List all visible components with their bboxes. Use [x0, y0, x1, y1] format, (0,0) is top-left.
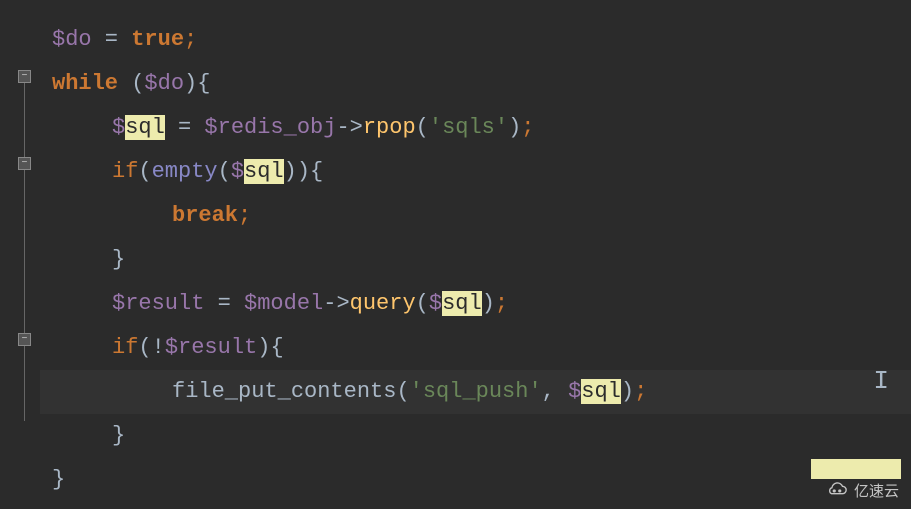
fold-toggle[interactable]: −	[18, 70, 31, 83]
search-highlight: sql	[244, 159, 284, 184]
keyword: while	[52, 71, 118, 96]
code-editor[interactable]: − − − $do = true; while ($do){ $sql = $r…	[0, 0, 911, 509]
code-line[interactable]: while ($do){	[40, 62, 911, 106]
search-highlight: sql	[442, 291, 482, 316]
fold-gutter: − − −	[0, 0, 40, 509]
code-line[interactable]: }	[40, 414, 911, 458]
variable: $result	[112, 291, 204, 316]
code-line[interactable]: }	[40, 458, 911, 502]
watermark-text: 亿速云	[854, 480, 899, 501]
method: rpop	[363, 115, 416, 140]
code-line[interactable]: $do = true;	[40, 18, 911, 62]
code-line[interactable]: $sql = $redis_obj->rpop('sqls');	[40, 106, 911, 150]
string: 'sqls'	[429, 115, 508, 140]
watermark: 亿速云	[826, 479, 899, 501]
highlight-bar	[811, 459, 901, 479]
variable: $result	[165, 335, 257, 360]
keyword: if	[112, 159, 138, 184]
keyword: if	[112, 335, 138, 360]
code-line[interactable]: }	[40, 238, 911, 282]
code-line[interactable]: if(empty($sql)){	[40, 150, 911, 194]
variable: $do	[52, 27, 92, 52]
code-line[interactable]: break;	[40, 194, 911, 238]
search-highlight: sql	[125, 115, 165, 140]
keyword: break	[172, 203, 238, 228]
variable: $do	[144, 71, 184, 96]
cloud-icon	[826, 479, 848, 501]
string: 'sql_push'	[410, 379, 542, 404]
code-line[interactable]: if(!$result){	[40, 326, 911, 370]
function: file_put_contents	[172, 379, 396, 404]
variable: $redis_obj	[204, 115, 336, 140]
variable: $model	[244, 291, 323, 316]
keyword: true	[131, 27, 184, 52]
search-highlight: sql	[581, 379, 621, 404]
code-content[interactable]: $do = true; while ($do){ $sql = $redis_o…	[40, 0, 911, 509]
method: query	[350, 291, 416, 316]
builtin-func: empty	[152, 159, 218, 184]
code-line[interactable]: $result = $model->query($sql);	[40, 282, 911, 326]
fold-toggle[interactable]: −	[18, 333, 31, 346]
code-line-current[interactable]: file_put_contents('sql_push', $sql);	[40, 370, 911, 414]
fold-toggle[interactable]: −	[18, 157, 31, 170]
